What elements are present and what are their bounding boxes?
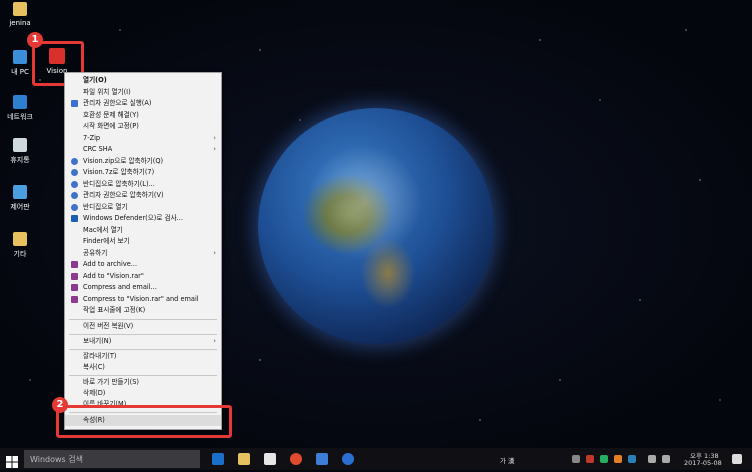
desktop-icon-label: jenina: [9, 19, 31, 27]
context-menu: 열기(O) 파일 위치 열기(I) 관리자 권한으로 실행(A) 호환성 문제 …: [64, 72, 222, 430]
menu-item-compress-rar-email[interactable]: Compress to "Vision.rar" and email: [65, 294, 221, 305]
windows-logo-icon: [6, 456, 18, 468]
folder-icon: [13, 2, 27, 16]
menu-item-bandizip-open[interactable]: 반디집으로 열기: [65, 202, 221, 213]
winrar-icon: [71, 261, 78, 268]
menu-separator: [69, 334, 217, 335]
menu-item-open-location[interactable]: 파일 위치 열기(I): [65, 87, 221, 98]
clock-date[interactable]: 2017-05-08: [684, 459, 722, 467]
menu-item-zip[interactable]: Vision.zip으로 압축하기(Q): [65, 156, 221, 167]
start-button[interactable]: [6, 453, 18, 468]
tray-icon[interactable]: [600, 455, 608, 463]
volume-icon[interactable]: [662, 455, 670, 463]
menu-item-open-on-mac[interactable]: Mac에서 열기: [65, 225, 221, 236]
chevron-right-icon: ›: [213, 134, 216, 142]
desktop-icon-label: 네트워크: [7, 113, 33, 121]
desktop-icon-label: 휴지통: [10, 156, 30, 164]
bandizip-icon: [71, 204, 78, 211]
step-badge-1: 1: [27, 32, 43, 48]
control-panel-icon: [13, 185, 27, 199]
menu-item-send-to[interactable]: 보내기(N) ›: [65, 336, 221, 347]
menu-item-copy[interactable]: 복사(C): [65, 362, 221, 373]
tray-icon[interactable]: [614, 455, 622, 463]
menu-item-pin-start[interactable]: 시작 화면에 고정(P): [65, 121, 221, 132]
bandizip-icon: [71, 192, 78, 199]
menu-separator: [69, 375, 217, 376]
defender-icon: [71, 215, 78, 222]
chevron-right-icon: ›: [213, 145, 216, 153]
network-icon[interactable]: [648, 455, 656, 463]
desktop-icon-label: 내 PC: [11, 68, 29, 76]
menu-item-admin-compress[interactable]: 관리자 권한으로 압축하기(V): [65, 190, 221, 201]
menu-item-add-archive[interactable]: Add to archive...: [65, 259, 221, 270]
step-badge-2: 2: [52, 397, 68, 413]
menu-item-crc-sha[interactable]: CRC SHA ›: [65, 144, 221, 155]
search-input[interactable]: Windows 검색: [30, 454, 83, 465]
tray-icon[interactable]: [628, 455, 636, 463]
winrar-icon: [71, 273, 78, 280]
desktop: jenina 내 PC Vision 네트워크 휴지통 제어판 기타 1 열기(…: [0, 0, 752, 448]
winrar-icon: [71, 284, 78, 291]
menu-item-cut[interactable]: 잘라내기(T): [65, 351, 221, 362]
taskbar: Windows 검색 가 漢 오후 1:38 2017-05-08: [0, 448, 752, 470]
menu-item-troubleshoot[interactable]: 호환성 문제 해결(Y): [65, 110, 221, 121]
highlight-box-properties: [56, 405, 232, 438]
menu-item-share[interactable]: 공유하기 ›: [65, 248, 221, 259]
tray-icon[interactable]: [586, 455, 594, 463]
earth-wallpaper: [258, 108, 494, 344]
chevron-right-icon: ›: [213, 249, 216, 257]
menu-item-open[interactable]: 열기(O): [65, 75, 221, 86]
chrome-icon[interactable]: [290, 453, 302, 465]
desktop-icon-jenina[interactable]: jenina: [0, 2, 40, 27]
menu-item-restore-versions[interactable]: 이전 버전 복원(V): [65, 321, 221, 332]
chevron-right-icon: ›: [213, 337, 216, 345]
bandizip-icon: [71, 181, 78, 188]
desktop-icon-etc[interactable]: 기타: [0, 232, 40, 259]
computer-icon: [13, 50, 27, 64]
menu-item-defender-scan[interactable]: Windows Defender(으)로 검사...: [65, 213, 221, 224]
network-icon: [13, 95, 27, 109]
desktop-icon-network[interactable]: 네트워크: [0, 95, 40, 122]
desktop-icon-label: 기타: [13, 250, 27, 258]
search-box[interactable]: Windows 검색: [24, 450, 200, 468]
tray-icon[interactable]: [572, 455, 580, 463]
app-icon[interactable]: [316, 453, 328, 465]
store-icon[interactable]: [264, 453, 276, 465]
desktop-icon-recycle-bin[interactable]: 휴지통: [0, 138, 40, 165]
menu-item-run-as-admin[interactable]: 관리자 권한으로 실행(A): [65, 98, 221, 109]
edge-icon[interactable]: [212, 453, 224, 465]
menu-separator: [69, 349, 217, 350]
menu-item-compress-email[interactable]: Compress and email...: [65, 282, 221, 293]
menu-separator: [69, 319, 217, 320]
ie-icon[interactable]: [342, 453, 354, 465]
bandizip-icon: [71, 158, 78, 165]
folder-icon: [13, 232, 27, 246]
menu-item-create-shortcut[interactable]: 바로 가기 만들기(S): [65, 377, 221, 388]
menu-item-delete[interactable]: 삭제(D): [65, 388, 221, 399]
shield-icon: [71, 100, 78, 107]
menu-item-show-in-finder[interactable]: Finder에서 보기: [65, 236, 221, 247]
file-explorer-icon[interactable]: [238, 453, 250, 465]
menu-item-add-rar[interactable]: Add to "Vision.rar": [65, 271, 221, 282]
winrar-icon: [71, 296, 78, 303]
menu-item-pin-taskbar[interactable]: 작업 표시줄에 고정(K): [65, 305, 221, 316]
desktop-icon-label: 제어판: [10, 203, 30, 211]
recycle-bin-icon: [13, 138, 27, 152]
bandizip-icon: [71, 169, 78, 176]
desktop-icon-control-panel[interactable]: 제어판: [0, 185, 40, 212]
menu-item-7z[interactable]: Vision.7z로 압축하기(7): [65, 167, 221, 178]
ime-indicator[interactable]: 가 漢: [500, 455, 515, 465]
menu-item-7zip[interactable]: 7-Zip ›: [65, 133, 221, 144]
notification-icon[interactable]: [732, 454, 742, 464]
menu-item-bandizip-compress[interactable]: 반디집으로 압축하기(L)...: [65, 179, 221, 190]
